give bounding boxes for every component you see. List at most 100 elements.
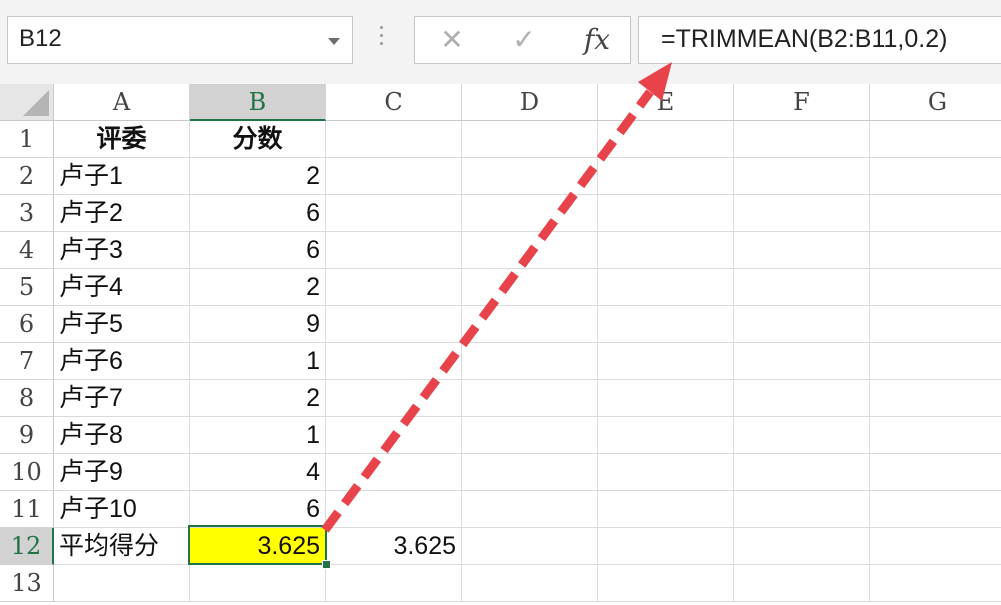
cell-c3[interactable] [326, 195, 462, 232]
cell-a2[interactable]: 卢子1 [54, 158, 190, 195]
cell-a11[interactable]: 卢子10 [54, 491, 190, 528]
formula-input[interactable]: =TRIMMEAN(B2:B11,0.2) [638, 16, 1001, 64]
cell-d11[interactable] [462, 491, 598, 528]
cell-a13[interactable] [54, 565, 190, 602]
column-header-b[interactable]: B [190, 84, 326, 121]
row-header-10[interactable]: 10 [0, 454, 54, 491]
cell-e6[interactable] [598, 306, 734, 343]
cell-e5[interactable] [598, 269, 734, 306]
cell-g8[interactable] [870, 380, 1001, 417]
cell-f7[interactable] [734, 343, 870, 380]
cell-b3[interactable]: 6 [190, 195, 326, 232]
select-all-corner[interactable] [0, 84, 54, 121]
column-header-g[interactable]: G [870, 84, 1001, 121]
column-header-a[interactable]: A [54, 84, 190, 121]
cell-a6[interactable]: 卢子5 [54, 306, 190, 343]
cell-d6[interactable] [462, 306, 598, 343]
cell-e8[interactable] [598, 380, 734, 417]
cell-b2[interactable]: 2 [190, 158, 326, 195]
cell-b1[interactable]: 分数 [190, 121, 326, 158]
cell-d3[interactable] [462, 195, 598, 232]
chevron-down-icon[interactable] [328, 38, 340, 45]
cell-b10[interactable]: 4 [190, 454, 326, 491]
cell-f3[interactable] [734, 195, 870, 232]
cell-c12[interactable]: 3.625 [326, 528, 462, 565]
cell-a5[interactable]: 卢子4 [54, 269, 190, 306]
cell-c10[interactable] [326, 454, 462, 491]
cell-b5[interactable]: 2 [190, 269, 326, 306]
cell-d10[interactable] [462, 454, 598, 491]
cell-a4[interactable]: 卢子3 [54, 232, 190, 269]
cell-e11[interactable] [598, 491, 734, 528]
cell-e3[interactable] [598, 195, 734, 232]
cell-c8[interactable] [326, 380, 462, 417]
cell-g11[interactable] [870, 491, 1001, 528]
cell-d8[interactable] [462, 380, 598, 417]
column-header-d[interactable]: D [462, 84, 598, 121]
cell-a7[interactable]: 卢子6 [54, 343, 190, 380]
row-header-9[interactable]: 9 [0, 417, 54, 454]
cell-f5[interactable] [734, 269, 870, 306]
cell-d7[interactable] [462, 343, 598, 380]
cell-c7[interactable] [326, 343, 462, 380]
cell-f4[interactable] [734, 232, 870, 269]
row-header-13[interactable]: 13 [0, 565, 54, 602]
cell-c5[interactable] [326, 269, 462, 306]
cell-a10[interactable]: 卢子9 [54, 454, 190, 491]
row-header-4[interactable]: 4 [0, 232, 54, 269]
cell-e12[interactable] [598, 528, 734, 565]
cell-a3[interactable]: 卢子2 [54, 195, 190, 232]
cell-c9[interactable] [326, 417, 462, 454]
row-header-6[interactable]: 6 [0, 306, 54, 343]
cell-e10[interactable] [598, 454, 734, 491]
insert-function-icon[interactable]: fx [577, 23, 617, 57]
cell-f13[interactable] [734, 565, 870, 602]
cell-c4[interactable] [326, 232, 462, 269]
cell-f8[interactable] [734, 380, 870, 417]
fill-handle[interactable] [322, 560, 331, 569]
cell-a1[interactable]: 评委 [54, 121, 190, 158]
row-header-7[interactable]: 7 [0, 343, 54, 380]
cell-f1[interactable] [734, 121, 870, 158]
cell-d12[interactable] [462, 528, 598, 565]
cell-e9[interactable] [598, 417, 734, 454]
name-box[interactable]: B12 [7, 16, 353, 64]
cell-c11[interactable] [326, 491, 462, 528]
cell-b4[interactable]: 6 [190, 232, 326, 269]
cell-g13[interactable] [870, 565, 1001, 602]
cell-b11[interactable]: 6 [190, 491, 326, 528]
cell-e1[interactable] [598, 121, 734, 158]
cell-e2[interactable] [598, 158, 734, 195]
row-header-3[interactable]: 3 [0, 195, 54, 232]
cell-b7[interactable]: 1 [190, 343, 326, 380]
cell-d2[interactable] [462, 158, 598, 195]
column-header-f[interactable]: F [734, 84, 870, 121]
row-header-5[interactable]: 5 [0, 269, 54, 306]
cell-c1[interactable] [326, 121, 462, 158]
cell-c13[interactable] [326, 565, 462, 602]
cell-g1[interactable] [870, 121, 1001, 158]
cell-d5[interactable] [462, 269, 598, 306]
column-header-c[interactable]: C [326, 84, 462, 121]
cell-e4[interactable] [598, 232, 734, 269]
cell-c2[interactable] [326, 158, 462, 195]
cell-g10[interactable] [870, 454, 1001, 491]
cell-g6[interactable] [870, 306, 1001, 343]
cell-f9[interactable] [734, 417, 870, 454]
cell-b13[interactable] [190, 565, 326, 602]
cell-e7[interactable] [598, 343, 734, 380]
cell-d9[interactable] [462, 417, 598, 454]
cell-b9[interactable]: 1 [190, 417, 326, 454]
cell-f11[interactable] [734, 491, 870, 528]
row-header-1[interactable]: 1 [0, 121, 54, 158]
cell-g2[interactable] [870, 158, 1001, 195]
cell-g4[interactable] [870, 232, 1001, 269]
cell-e13[interactable] [598, 565, 734, 602]
row-header-12[interactable]: 12 [0, 528, 54, 565]
cancel-icon[interactable]: ✕ [435, 23, 469, 57]
cell-f2[interactable] [734, 158, 870, 195]
cell-g3[interactable] [870, 195, 1001, 232]
column-header-e[interactable]: E [598, 84, 734, 121]
cell-f12[interactable] [734, 528, 870, 565]
cell-g9[interactable] [870, 417, 1001, 454]
